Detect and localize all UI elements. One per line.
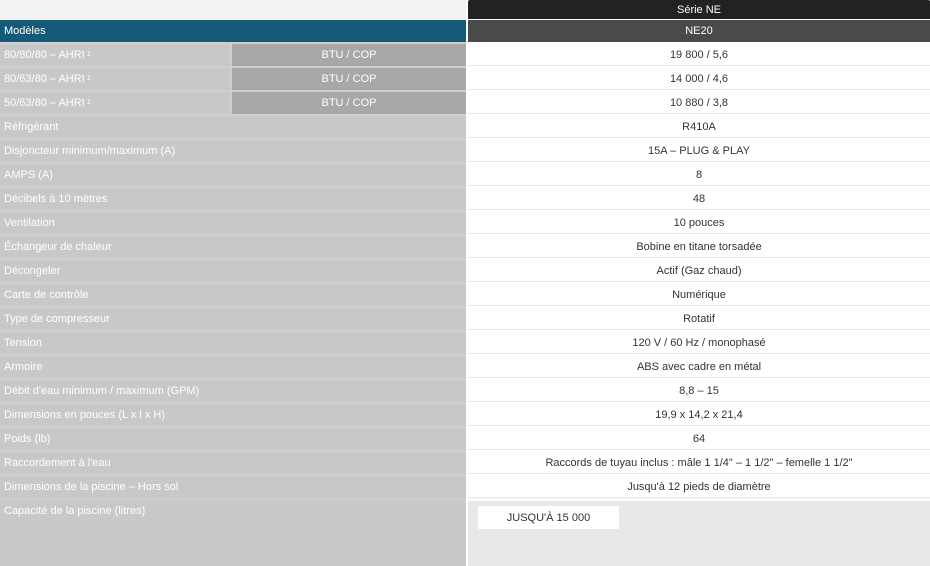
spec-label-compressor: Type de compresseur (0, 308, 466, 330)
spec-value-water-connection: Raccords de tuyau inclus : mâle 1 1/4" –… (468, 452, 930, 474)
spec-label-decibels: Décibels à 10 mètres (0, 188, 466, 210)
spec-value: Numérique (672, 288, 726, 301)
spec-label-water-flow: Débit d'eau minimum / maximum (GPM) (0, 380, 466, 402)
spec-value: Jusqu'à 12 pieds de diamètre (627, 480, 771, 493)
performance-value-cell: 19 800 / 5,6 (468, 44, 930, 66)
performance-unit-cell: BTU / COP (232, 44, 466, 66)
spec-value: Actif (Gaz chaud) (656, 264, 742, 277)
model-name: NE20 (685, 25, 713, 37)
series-header: Série NE (468, 0, 930, 19)
spec-label: Ventilation (4, 217, 55, 229)
spec-label-ventilation: Ventilation (0, 212, 466, 234)
performance-unit-cell: BTU / COP (232, 92, 466, 114)
performance-label: 80/80/80 – AHRI (4, 49, 85, 61)
performance-unit: BTU / COP (321, 49, 377, 61)
footnote-marker: 1 (86, 74, 91, 82)
spec-label-cabinet: Armoire (0, 356, 466, 378)
spec-label-dimensions: Dimensions en pouces (L x l x H) (0, 404, 466, 426)
spec-label: Réfrigérant (4, 121, 59, 133)
spec-value: ABS avec cadre en métal (636, 360, 762, 373)
spec-value-decibels: 48 (468, 188, 930, 210)
spec-value-voltage: 120 V / 60 Hz / monophasé (468, 332, 930, 354)
spec-value-control-board: Numérique (468, 284, 930, 306)
spec-label: Poids (lb) (4, 433, 51, 445)
spec-label: Décibels à 10 mètres (4, 193, 108, 205)
spec-value: 8,8 – 15 (679, 384, 719, 397)
spec-label: Raccordement à l'eau (4, 457, 111, 469)
spec-value-defrost: Actif (Gaz chaud) (468, 260, 930, 282)
model-name-cell: NE20 (468, 20, 930, 42)
performance-label: 80/63/80 – AHRI (4, 73, 85, 85)
spec-value: Bobine en titane torsadée (636, 240, 762, 253)
spec-label-voltage: Tension (0, 332, 466, 354)
spec-label-amps: AMPS (A) (0, 164, 466, 186)
spec-label-control-board: Carte de contrôle (0, 284, 466, 306)
spec-label: Dimensions de la piscine – Hors sol (4, 481, 179, 493)
performance-label-cell: 80/63/80 – AHRI 1 (0, 68, 230, 90)
pool-capacity-value-box: JUSQU'À 15 000 (478, 506, 619, 529)
spec-label-defrost: Décongeler (0, 260, 466, 282)
performance-label: 50/63/80 – AHRI (4, 97, 85, 109)
footnote-marker: 1 (86, 98, 91, 106)
models-label-cell: Modèles (0, 20, 466, 42)
spec-label: Décongeler (4, 265, 61, 277)
performance-label-cell: 50/63/80 – AHRI 1 (0, 92, 230, 114)
spec-label-pool-dimensions: Dimensions de la piscine – Hors sol (0, 476, 466, 498)
spec-value: R410A (682, 120, 716, 133)
performance-value-cell: 14 000 / 4,6 (468, 68, 930, 90)
performance-value: 19 800 / 5,6 (669, 48, 729, 61)
performance-value-cell: 10 880 / 3,8 (468, 92, 930, 114)
performance-label-cell: 80/80/80 – AHRI 1 (0, 44, 230, 66)
spec-value: 8 (695, 168, 703, 181)
spec-label-water-connection: Raccordement à l'eau (0, 452, 466, 474)
performance-unit-cell: BTU / COP (232, 68, 466, 90)
models-label: Modèles (4, 25, 46, 37)
spec-value-amps: 8 (468, 164, 930, 186)
spec-label: Tension (4, 337, 42, 349)
performance-unit: BTU / COP (321, 73, 377, 85)
spec-label: Carte de contrôle (4, 289, 89, 301)
spec-label: Débit d'eau minimum / maximum (GPM) (4, 385, 200, 397)
spec-value-pool-dimensions: Jusqu'à 12 pieds de diamètre (468, 476, 930, 498)
spec-value-heat-exchanger: Bobine en titane torsadée (468, 236, 930, 258)
spec-value: 120 V / 60 Hz / monophasé (632, 336, 766, 349)
spec-label-refrigerant: Réfrigérant (0, 116, 466, 138)
spec-label: Type de compresseur (4, 313, 110, 325)
footnote-marker: 1 (86, 50, 91, 58)
spec-value-dimensions: 19,9 x 14,2 x 21,4 (468, 404, 930, 426)
spec-value-refrigerant: R410A (468, 116, 930, 138)
spec-value: 10 pouces (673, 216, 725, 229)
spec-label: Armoire (4, 361, 43, 373)
spec-value-cabinet: ABS avec cadre en métal (468, 356, 930, 378)
spec-label: Dimensions en pouces (L x l x H) (4, 409, 165, 421)
series-title: Série NE (676, 3, 722, 16)
spec-value: Rotatif (683, 312, 715, 325)
spec-value: Raccords de tuyau inclus : mâle 1 1/4" –… (545, 456, 853, 469)
spec-value-water-flow: 8,8 – 15 (468, 380, 930, 402)
spec-label: AMPS (A) (4, 169, 53, 181)
pool-capacity-label: Capacité de la piscine (litres) (4, 505, 146, 517)
spec-value: 15A – PLUG & PLAY (648, 144, 750, 157)
spec-value-breaker: 15A – PLUG & PLAY (468, 140, 930, 162)
spec-value-compressor: Rotatif (468, 308, 930, 330)
spec-value-weight: 64 (468, 428, 930, 450)
spec-label-weight: Poids (lb) (0, 428, 466, 450)
spec-value-ventilation: 10 pouces (468, 212, 930, 234)
spec-value: 19,9 x 14,2 x 21,4 (655, 408, 743, 421)
spec-label: Échangeur de chaleur (4, 241, 112, 253)
pool-capacity-value: JUSQU'À 15 000 (506, 511, 591, 524)
spec-label-heat-exchanger: Échangeur de chaleur (0, 236, 466, 258)
spec-label-breaker: Disjoncteur minimum/maximum (A) (0, 140, 466, 162)
header-spacer (0, 0, 466, 20)
performance-value: 14 000 / 4,6 (669, 72, 729, 85)
performance-value: 10 880 / 3,8 (669, 96, 729, 109)
spec-value: 48 (692, 192, 706, 205)
spec-value: 64 (692, 432, 706, 445)
pool-capacity-label-cell: Capacité de la piscine (litres) (0, 501, 466, 566)
performance-unit: BTU / COP (321, 97, 377, 109)
spec-label: Disjoncteur minimum/maximum (A) (4, 145, 176, 157)
